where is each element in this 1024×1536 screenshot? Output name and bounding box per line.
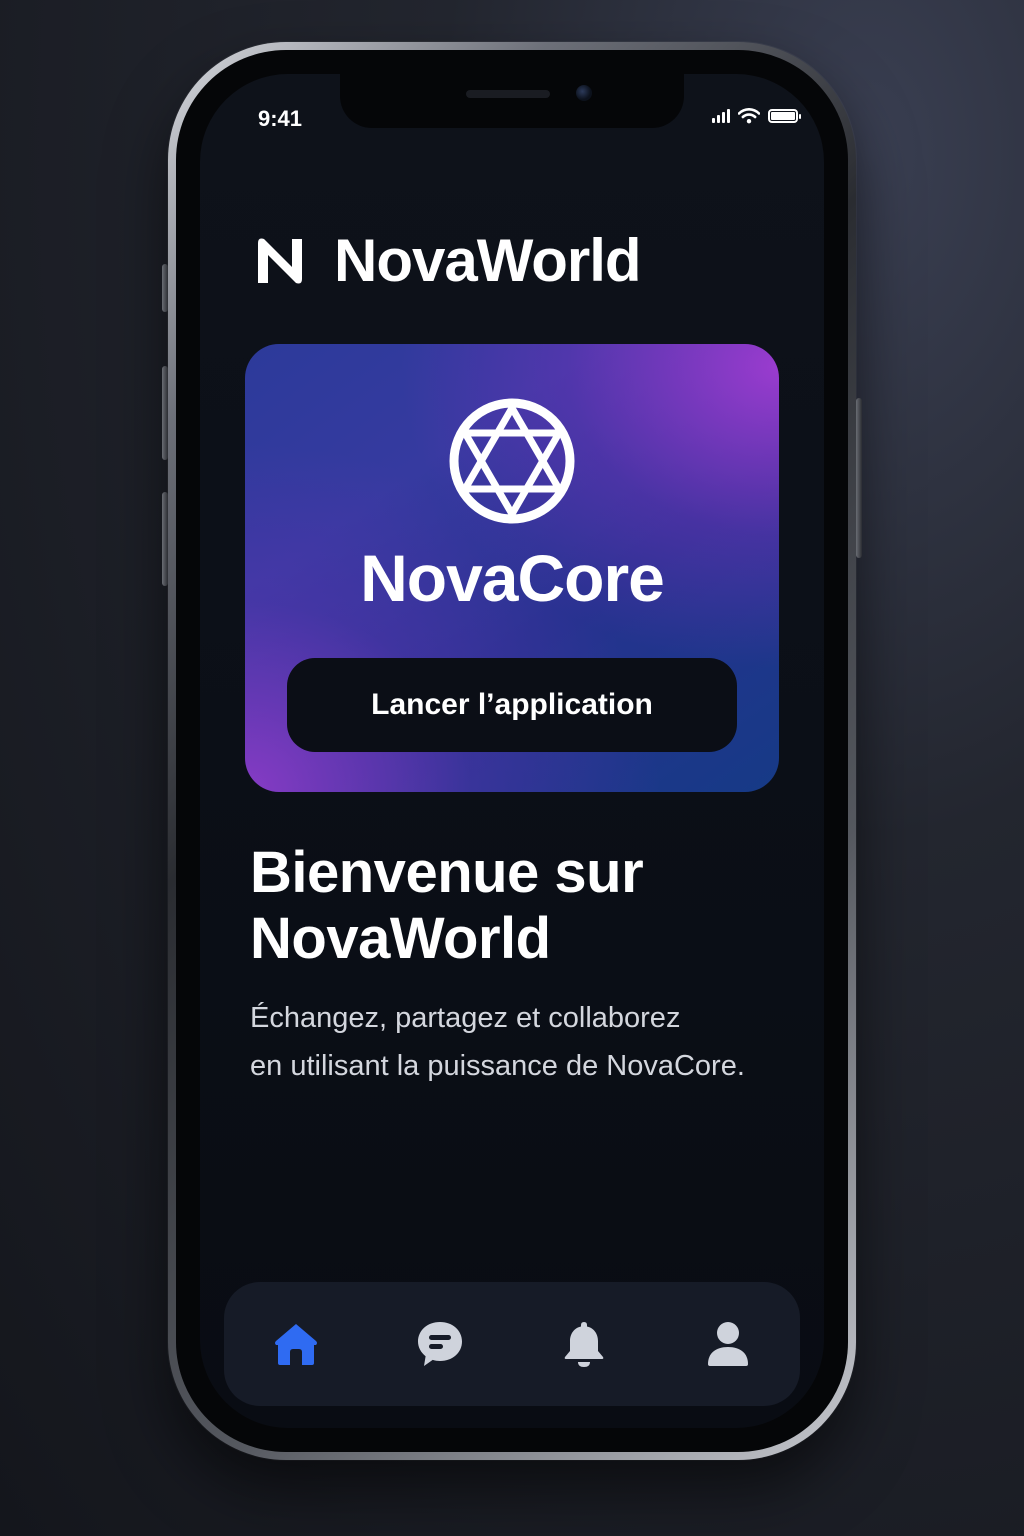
welcome-description: Échangez, partagez et collaborez en util… [250,994,820,1090]
speaker-grille [466,90,550,98]
tab-messages[interactable] [395,1299,485,1389]
welcome-text-line1: Échangez, partagez et collaborez [250,1002,681,1034]
home-icon [275,1324,317,1365]
phone-frame: 9:41 NovaWorld NovaCore Lancer l’applica… [162,42,862,1460]
welcome-title: Bienvenue sur NovaWorld [250,840,770,972]
tab-home[interactable] [251,1299,341,1389]
n-logo-icon [258,238,302,283]
profile-icon [708,1322,748,1366]
notch [340,74,684,128]
screen: 9:41 NovaWorld NovaCore Lancer l’applica… [200,74,824,1428]
launch-app-button[interactable]: Lancer l’application [287,658,737,752]
battery-icon [768,109,801,123]
front-camera [576,85,592,101]
welcome-text-line2: en utilisant la puissance de NovaCore. [250,1050,745,1082]
hero-card: NovaCore Lancer l’application [245,344,779,792]
status-icons [712,108,801,124]
battery-level [771,112,795,120]
cellular-signal-icon [712,109,730,123]
volume-down-button [162,492,168,586]
bell-icon [564,1322,604,1367]
tab-notifications[interactable] [539,1299,629,1389]
tab-bar [224,1282,800,1406]
welcome-title-line1: Bienvenue sur [250,840,644,905]
welcome-title-line2: NovaWorld [250,906,551,971]
star-network-icon [449,398,575,524]
hero-title: NovaCore [360,541,665,615]
app-header: NovaWorld [252,226,642,295]
volume-up-button [162,366,168,460]
app-name: NovaWorld [334,227,642,294]
status-time: 9:41 [258,106,303,131]
wifi-icon [738,108,760,124]
silent-switch [162,264,168,312]
power-button [856,398,862,558]
tab-profile[interactable] [683,1299,773,1389]
chat-icon [418,1322,462,1366]
